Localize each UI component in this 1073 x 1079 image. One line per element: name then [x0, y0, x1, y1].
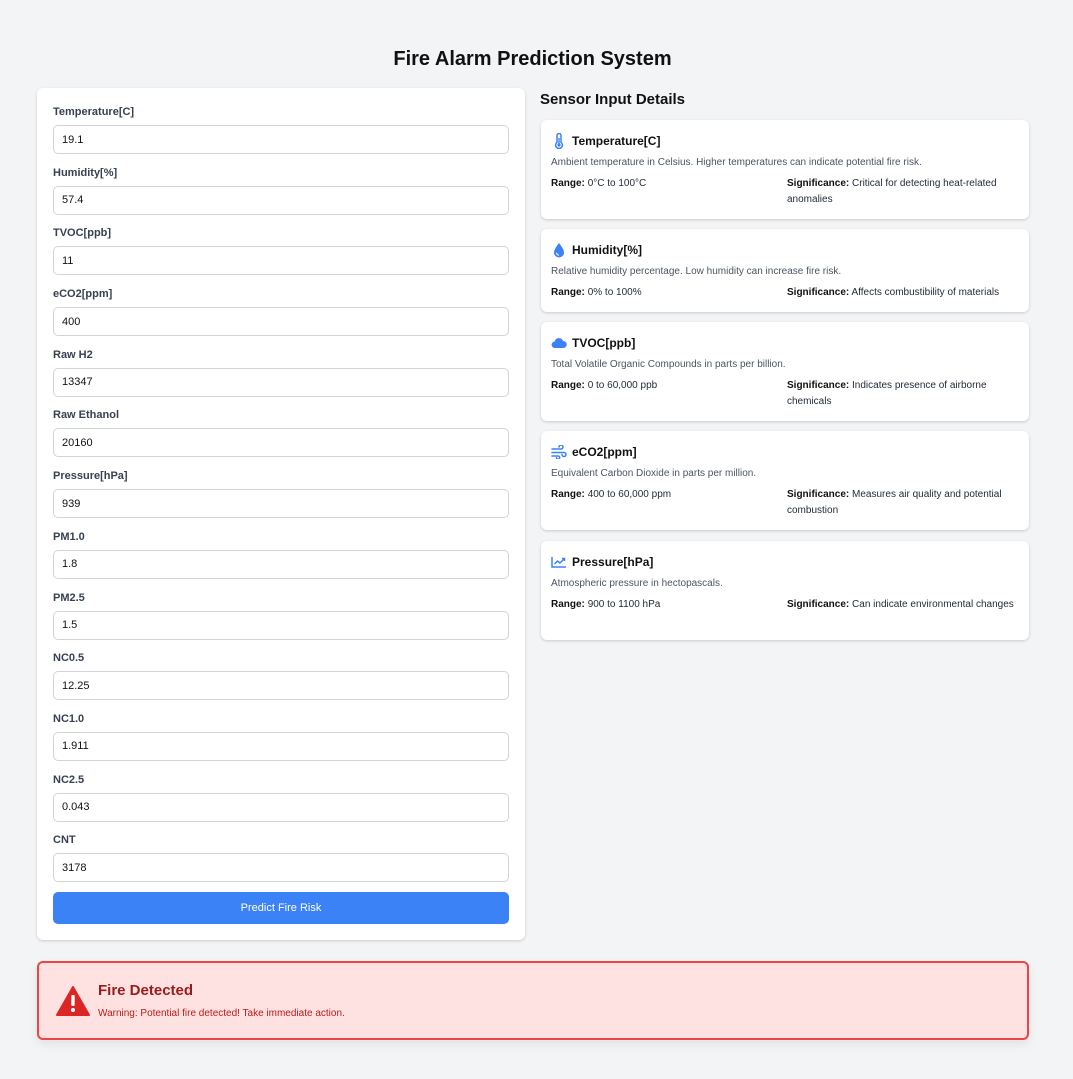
- field-cnt: CNT: [53, 833, 509, 894]
- page-title: Fire Alarm Prediction System: [393, 48, 672, 70]
- field-label: PM1.0: [53, 530, 85, 543]
- humidity-input[interactable]: [53, 185, 509, 215]
- alert-title: Fire Detected: [98, 982, 194, 999]
- alert-message: Warning: Potential fire detected! Take i…: [98, 1008, 345, 1019]
- field-label: Pressure[hPa]: [53, 470, 128, 483]
- card-description: Ambient temperature in Celsius. Higher t…: [551, 157, 922, 168]
- field-label: Raw Ethanol: [53, 409, 120, 422]
- card-description: Equivalent Carbon Dioxide in parts per m…: [551, 468, 757, 479]
- field-pm1: PM1.0: [53, 530, 509, 591]
- raw-h2-input[interactable]: [53, 367, 509, 397]
- significance-value: Affects combustibility of materials: [851, 287, 1000, 298]
- card-range: Range: 0°C to 100°C: [551, 178, 647, 189]
- field-label: NC1.0: [53, 712, 85, 725]
- field-temperature: Temperature[C]: [53, 105, 509, 166]
- raw-ethanol-input[interactable]: [53, 428, 509, 458]
- nc05-input[interactable]: [53, 671, 509, 701]
- card-significance: Significance: Indicates presence of airb…: [787, 380, 987, 407]
- pm25-input[interactable]: [53, 610, 509, 640]
- field-label: CNT: [53, 834, 76, 847]
- range-value: 0% to 100%: [587, 287, 642, 298]
- predict-fire-risk-button[interactable]: Predict Fire Risk: [53, 892, 509, 924]
- field-label: NC0.5: [53, 652, 85, 665]
- pm1-input[interactable]: [53, 549, 509, 579]
- trend-chart-icon: [551, 554, 567, 570]
- field-label: PM2.5: [53, 591, 85, 604]
- card-title: Pressure[hPa]: [572, 555, 654, 569]
- nc10-input[interactable]: [53, 731, 509, 761]
- card-description: Relative humidity percentage. Low humidi…: [551, 266, 842, 277]
- card-range: Range: 400 to 60,000 ppm: [551, 489, 672, 500]
- sensor-card-temperature: Temperature[C] Ambient temperature in Ce…: [541, 120, 1029, 219]
- field-label: Raw H2: [53, 348, 93, 361]
- tvoc-input[interactable]: [53, 246, 509, 276]
- field-nc25: NC2.5: [53, 773, 509, 834]
- sensor-details-title: Sensor Input Details: [540, 91, 686, 108]
- field-label: TVOC[ppb]: [53, 227, 112, 240]
- droplet-icon: [551, 242, 567, 258]
- sensor-card-eco2: eCO2[ppm] Equivalent Carbon Dioxide in p…: [541, 431, 1029, 530]
- field-nc10: NC1.0: [53, 712, 509, 773]
- temperature-input[interactable]: [53, 125, 509, 154]
- card-range: Range: 900 to 1100 hPa: [551, 599, 661, 610]
- card-title: TVOC[ppb]: [572, 336, 636, 350]
- card-significance: Significance: Affects combustibility of …: [787, 287, 1000, 298]
- nc25-input[interactable]: [53, 792, 509, 822]
- range-value: 400 to 60,000 ppm: [587, 489, 672, 500]
- field-pressure: Pressure[hPa]: [53, 469, 509, 530]
- fire-alert: Fire Detected Warning: Potential fire de…: [37, 961, 1029, 1040]
- card-range: Range: 0% to 100%: [551, 287, 642, 298]
- field-label: Temperature[C]: [53, 106, 135, 118]
- card-range: Range: 0 to 60,000 ppb: [551, 380, 658, 391]
- field-eco2: eCO2[ppm]: [53, 287, 509, 348]
- field-nc05: NC0.5: [53, 651, 509, 712]
- pressure-input[interactable]: [53, 489, 509, 519]
- sensor-input-form: Temperature[C] Humidity[%] TVOC[ppb] eCO…: [37, 88, 525, 940]
- field-label: eCO2[ppm]: [53, 288, 113, 301]
- card-significance: Significance: Critical for detecting hea…: [787, 178, 997, 205]
- cnt-input[interactable]: [53, 853, 509, 883]
- field-raw-h2: Raw H2: [53, 348, 509, 409]
- eco2-input[interactable]: [53, 307, 509, 337]
- field-label: NC2.5: [53, 773, 85, 786]
- card-description: Total Volatile Organic Compounds in part…: [551, 359, 786, 370]
- warning-triangle-icon: [55, 985, 91, 1017]
- field-pm25: PM2.5: [53, 591, 509, 652]
- range-value: 0°C to 100°C: [587, 178, 647, 189]
- card-significance: Significance: Can indicate environmental…: [787, 599, 1014, 610]
- card-description: Atmospheric pressure in hectopascals.: [551, 578, 723, 589]
- range-value: 0 to 60,000 ppb: [587, 380, 658, 391]
- sensor-card-tvoc: TVOC[ppb] Total Volatile Organic Compoun…: [541, 322, 1029, 421]
- range-value: 900 to 1100 hPa: [587, 599, 661, 610]
- significance-value: Can indicate environmental changes: [852, 599, 1014, 610]
- sensor-card-humidity: Humidity[%] Relative humidity percentage…: [541, 229, 1029, 312]
- field-label: Humidity[%]: [53, 166, 118, 179]
- card-title: eCO2[ppm]: [572, 445, 637, 459]
- card-title: Temperature[C]: [572, 134, 661, 148]
- sensor-card-pressure: Pressure[hPa] Atmospheric pressure in he…: [541, 541, 1029, 640]
- thermometer-icon: [551, 133, 567, 149]
- wind-icon: [551, 444, 567, 460]
- field-raw-ethanol: Raw Ethanol: [53, 408, 509, 469]
- cloud-icon: [551, 335, 567, 351]
- field-tvoc: TVOC[ppb]: [53, 226, 509, 287]
- card-title: Humidity[%]: [572, 243, 642, 257]
- card-significance: Significance: Measures air quality and p…: [787, 489, 1002, 516]
- field-humidity: Humidity[%]: [53, 166, 509, 227]
